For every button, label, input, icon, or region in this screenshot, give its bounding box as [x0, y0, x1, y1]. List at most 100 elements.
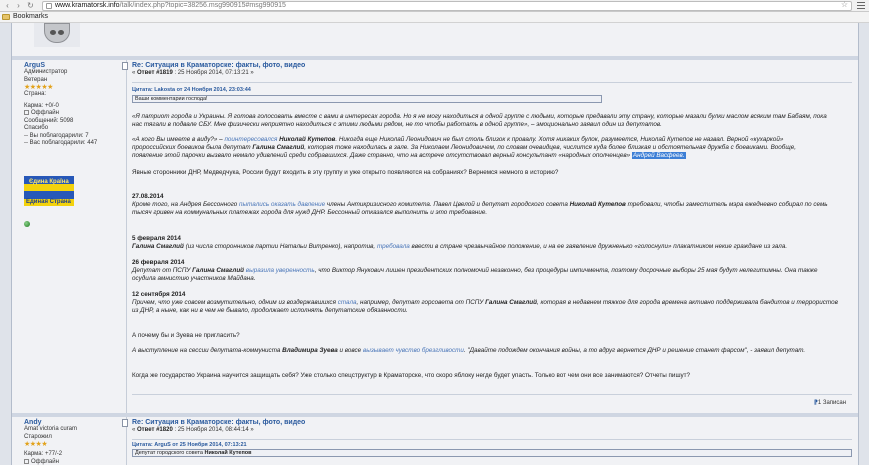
history-text: , что Виктор Янукович лишен президентски…: [314, 267, 818, 274]
history-name: Николай Кутепов: [569, 201, 626, 208]
globe-icon[interactable]: [24, 221, 30, 227]
status-text: Оффлайн: [31, 458, 59, 465]
username[interactable]: ArguS: [24, 62, 124, 69]
post-date: : 25 Ноября 2014, 08:44:14 »: [172, 427, 254, 433]
history-text: тысяч гривен на коммунальных платежах го…: [132, 209, 488, 216]
post-content: Re: Ситуация в Краматорске: факты, фото,…: [122, 62, 852, 76]
address-bar[interactable]: www.kramatorsk.info/talk/index.php?topic…: [42, 1, 852, 11]
post-title[interactable]: Re: Ситуация в Краматорске: факты, фото,…: [132, 419, 852, 426]
history-link[interactable]: выразила уверенность: [244, 267, 315, 274]
p2-link[interactable]: поинтересовался: [224, 136, 277, 143]
username[interactable]: Andy: [24, 419, 124, 426]
history-name: Галина Смаглий: [132, 243, 184, 250]
footer-rule: [132, 394, 852, 395]
q2-link[interactable]: вызывает чувство брезгливости: [363, 347, 464, 354]
selected-text[interactable]: Андрей Васфеев.: [631, 152, 686, 159]
history-link[interactable]: требовала: [377, 243, 410, 250]
history-name: Галина Смаглий: [192, 267, 245, 274]
post-title[interactable]: Re: Ситуация в Краматорске: факты, фото,…: [132, 62, 852, 69]
flag-banner-2: Единая Страна: [24, 191, 74, 206]
skull-avatar-icon: [44, 23, 70, 43]
rank-stars: ★★★★: [24, 441, 48, 448]
p2-text: . Никогда еще Николай Леонидович не был …: [335, 136, 784, 143]
history-text: , которая в недавнем тяжкое для города в…: [536, 299, 838, 306]
history-date: 5 февраля 2014: [132, 235, 181, 242]
history-text: осудила амнистию участников Майдана.: [132, 275, 256, 282]
history-text: Причем, что уже совсем возмутительно, од…: [132, 299, 338, 306]
q2-text: А выступление на сессии депутата-коммуни…: [132, 347, 283, 354]
offline-icon: [24, 458, 29, 464]
post-meta: « Ответ #1819 : 25 Ноября 2014, 07:13:21…: [132, 70, 852, 76]
flag-banner-1: Єдина Країна: [24, 176, 74, 191]
thanks-received: -- Вас поблагодарили: 447: [24, 140, 98, 147]
post-meta: « Ответ #1820 : 25 Ноября 2014, 08:44:14…: [132, 427, 852, 433]
history-date: 26 февраля 2014: [132, 259, 185, 266]
history-link[interactable]: пытались оказать давление: [239, 201, 325, 208]
answer-number: Ответ #1820: [137, 427, 173, 433]
history-2708: 27.08.2014 Кроме того, на Андрея Бессонн…: [132, 193, 852, 217]
p2-text: , которая тоже находилась в зале. За Ник…: [304, 144, 796, 151]
menu-icon[interactable]: [857, 2, 865, 9]
history-text: Депутат от ПСПУ: [132, 267, 193, 274]
p2-text: появление этой парочки вызвало немало уд…: [132, 152, 632, 159]
title-rule: [132, 439, 852, 440]
online-status: Оффлайн: [24, 110, 124, 118]
q2-text: . "Давайте подождем окончания войны, а т…: [463, 347, 806, 354]
online-status: Оффлайн: [24, 458, 124, 465]
history-text: (из числа сторонников партии Натальи Вит…: [183, 243, 377, 250]
history-text: ввести в стране чрезвычайное положение, …: [409, 243, 788, 250]
avatar: [34, 23, 80, 47]
post-author-panel: ArguS Администратор Ветеран ★★★★★ Страна…: [24, 62, 124, 148]
history-date: 27.08.2014: [132, 193, 164, 200]
previous-post-tail: [12, 23, 858, 56]
history-link[interactable]: стала: [338, 299, 357, 306]
paragraph-3: Явные сторонники ДНР, Медведчука, России…: [132, 169, 559, 176]
thanks-label: Спасибо: [24, 125, 49, 132]
user-rank: Amat victoria curam: [24, 426, 78, 432]
offline-icon: [24, 110, 29, 115]
quote-name: Николай Кутепов: [204, 450, 252, 456]
history-text: , например, депутат горсовета от ПСПУ: [356, 299, 486, 306]
quote-header[interactable]: Цитата: Lakosta от 24 Ноября 2014, 23:03…: [132, 87, 251, 93]
history-text: требовали, чтобы заместитель мэра ежедне…: [625, 201, 828, 208]
quote-header[interactable]: Цитата: ArguS от 25 Ноября 2014, 07:13:2…: [132, 442, 247, 448]
flag-blue-stripe: [24, 191, 74, 199]
question-2: А выступление на сессии депутата-коммуни…: [132, 347, 852, 355]
forum-post: Andy Amat victoria curam Старожил ★★★★ К…: [12, 417, 858, 465]
reload-icon[interactable]: ↻: [26, 1, 35, 10]
karma: Карма: +0/-0: [24, 102, 59, 109]
document-icon: [122, 419, 128, 427]
column-separator: [126, 60, 127, 413]
user-rank2: Ветеран: [24, 76, 48, 83]
quote-text: Депутат городского совета: [135, 450, 205, 456]
user-rank2: Старожил: [24, 433, 52, 440]
url-path: /talk/index.php?topic=38256.msg990915#ms…: [119, 2, 286, 9]
messages-count: Сообщений: 5098: [24, 117, 74, 124]
q2-name: Владимира Зуева: [282, 347, 338, 354]
bookmark-star-icon[interactable]: ☆: [841, 1, 848, 9]
history-date: 12 сентября 2014: [132, 291, 186, 298]
status-text: Оффлайн: [31, 110, 59, 117]
record-button[interactable]: ⁋1 Записан: [814, 399, 846, 406]
country-label: Страна:: [24, 91, 47, 97]
history-0502: 5 февраля 2014 Галина Смаглий (из числа …: [132, 235, 852, 251]
history-name: Галина Смаглий: [485, 299, 537, 306]
p2-name: Галина Смаглий: [252, 144, 305, 151]
forward-icon[interactable]: ›: [14, 1, 23, 10]
thanks-given: -- Вы поблагодарили: 7: [24, 132, 89, 139]
post-content: Re: Ситуация в Краматорске: факты, фото,…: [122, 419, 852, 433]
history-1209: 12 сентября 2014 Причем, что уже совсем …: [132, 291, 852, 315]
back-icon[interactable]: ‹: [3, 1, 12, 10]
bookmarks-bar: Bookmarks: [0, 12, 869, 23]
bookmarks-folder[interactable]: Bookmarks: [13, 13, 48, 20]
history-text: члены Антикризисного комитета. Павел Цве…: [325, 201, 570, 208]
record-label: 1 Записан: [817, 400, 847, 406]
forum-post: ArguS Администратор Ветеран ★★★★★ Страна…: [12, 60, 858, 413]
q2-text: и вовсе: [337, 347, 363, 354]
flag-text: Єдина Країна: [29, 179, 69, 185]
page-icon: [46, 3, 52, 9]
browser-toolbar: ‹ › ↻ www.kramatorsk.info/talk/index.php…: [0, 0, 869, 12]
folder-icon: [2, 14, 10, 20]
quote-block: Депутат городского совета Николай Кутепо…: [132, 449, 852, 457]
paragraph-1: «Я патриот города и Украины. Я готова го…: [132, 113, 852, 129]
